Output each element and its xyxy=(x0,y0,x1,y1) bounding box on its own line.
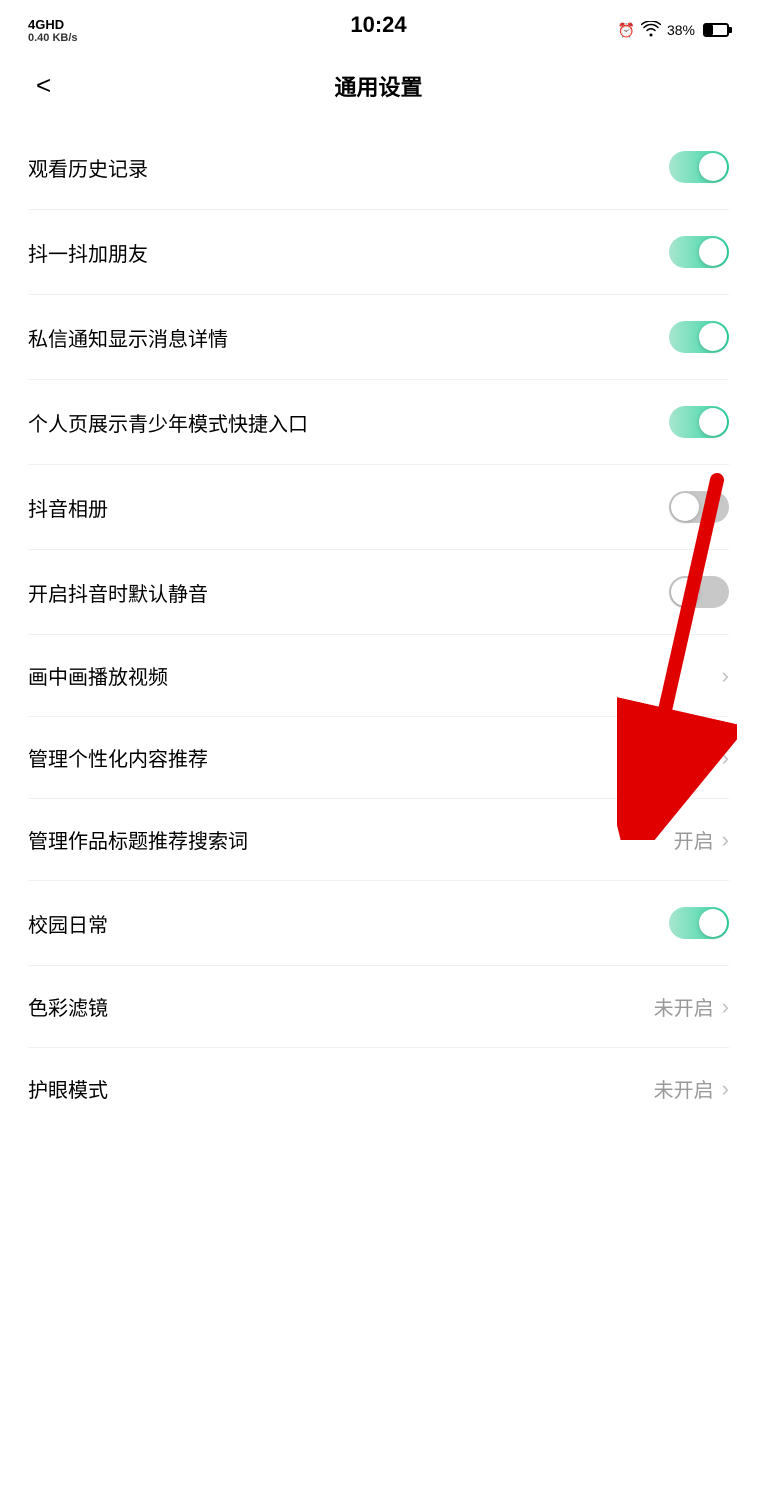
network-type: 4GHD xyxy=(28,17,64,32)
item-label-pip: 画中画播放视频 xyxy=(28,661,168,690)
item-value-eye-protect: 未开启 xyxy=(654,1074,714,1103)
toggle-youth-mode[interactable] xyxy=(669,406,729,438)
settings-item-shake-friend: 抖一抖加朋友 xyxy=(28,210,729,295)
item-label-watch-history: 观看历史记录 xyxy=(28,153,148,182)
item-right-msg-notify xyxy=(669,321,729,353)
settings-item-recommend-mgmt[interactable]: 管理个性化内容推荐 › xyxy=(28,717,729,799)
item-right-default-mute xyxy=(669,576,729,608)
status-right: ⏰ 38% xyxy=(618,21,729,40)
chevron-icon-search-word: › xyxy=(722,827,729,853)
status-left: 4GHD 0.40 KB/s xyxy=(28,17,78,44)
item-label-msg-notify: 私信通知显示消息详情 xyxy=(28,323,228,352)
battery-percent: 38% xyxy=(667,22,695,38)
item-right-color-filter: 未开启 › xyxy=(654,992,729,1021)
toggle-watch-history[interactable] xyxy=(669,151,729,183)
status-time: 10:24 xyxy=(350,12,406,38)
item-label-recommend-mgmt: 管理个性化内容推荐 xyxy=(28,743,208,772)
toggle-knob xyxy=(699,238,727,266)
chevron-icon-color-filter: › xyxy=(722,994,729,1020)
settings-item-search-word[interactable]: 管理作品标题推荐搜索词 开启 › xyxy=(28,799,729,881)
battery-icon xyxy=(703,23,729,37)
toggle-msg-notify[interactable] xyxy=(669,321,729,353)
item-right-album xyxy=(669,491,729,523)
settings-item-eye-protect[interactable]: 护眼模式 未开启 › xyxy=(28,1048,729,1129)
toggle-knob xyxy=(671,578,699,606)
toggle-default-mute[interactable] xyxy=(669,576,729,608)
item-value-color-filter: 未开启 xyxy=(654,992,714,1021)
toggle-knob xyxy=(699,909,727,937)
item-right-search-word: 开启 › xyxy=(674,825,729,854)
toggle-album[interactable] xyxy=(669,491,729,523)
chevron-icon-eye-protect: › xyxy=(722,1076,729,1102)
toggle-shake-friend[interactable] xyxy=(669,236,729,268)
settings-item-youth-mode: 个人页展示青少年模式快捷入口 xyxy=(28,380,729,465)
item-right-shake-friend xyxy=(669,236,729,268)
toggle-knob xyxy=(699,153,727,181)
header: < 通用设置 xyxy=(0,56,757,125)
settings-item-msg-notify: 私信通知显示消息详情 xyxy=(28,295,729,380)
page-title: 通用设置 xyxy=(334,70,422,102)
alarm-icon: ⏰ xyxy=(618,22,635,39)
settings-item-watch-history: 观看历史记录 xyxy=(28,125,729,210)
chevron-icon-pip: › xyxy=(722,663,729,689)
item-label-youth-mode: 个人页展示青少年模式快捷入口 xyxy=(28,408,308,437)
chevron-icon-recommend-mgmt: › xyxy=(722,745,729,771)
network-speed: 0.40 KB/s xyxy=(28,32,78,44)
settings-item-default-mute: 开启抖音时默认静音 xyxy=(28,550,729,635)
settings-item-pip[interactable]: 画中画播放视频 › xyxy=(28,635,729,717)
item-label-eye-protect: 护眼模式 xyxy=(28,1074,108,1103)
settings-item-album: 抖音相册 xyxy=(28,465,729,550)
item-right-recommend-mgmt: › xyxy=(722,745,729,771)
toggle-knob xyxy=(699,408,727,436)
item-right-youth-mode xyxy=(669,406,729,438)
wifi-icon xyxy=(641,21,661,40)
status-bar: 4GHD 0.40 KB/s 10:24 ⏰ 38% xyxy=(0,0,757,56)
item-label-color-filter: 色彩滤镜 xyxy=(28,992,108,1021)
toggle-knob xyxy=(699,323,727,351)
item-label-search-word: 管理作品标题推荐搜索词 xyxy=(28,825,248,854)
settings-list: 观看历史记录 抖一抖加朋友 私信通知显示消息详情 个人页展示青少年模式快捷入口 xyxy=(0,125,757,1129)
item-value-search-word: 开启 xyxy=(674,825,714,854)
item-label-default-mute: 开启抖音时默认静音 xyxy=(28,578,208,607)
item-right-campus xyxy=(669,907,729,939)
toggle-knob xyxy=(671,493,699,521)
item-right-pip: › xyxy=(722,663,729,689)
item-right-eye-protect: 未开启 › xyxy=(654,1074,729,1103)
settings-item-color-filter[interactable]: 色彩滤镜 未开启 › xyxy=(28,966,729,1048)
item-label-shake-friend: 抖一抖加朋友 xyxy=(28,238,148,267)
item-right-watch-history xyxy=(669,151,729,183)
signal-row: 4GHD xyxy=(28,17,64,32)
item-label-album: 抖音相册 xyxy=(28,493,108,522)
settings-item-campus: 校园日常 xyxy=(28,881,729,966)
back-button[interactable]: < xyxy=(28,66,59,105)
toggle-campus[interactable] xyxy=(669,907,729,939)
item-label-campus: 校园日常 xyxy=(28,909,108,938)
